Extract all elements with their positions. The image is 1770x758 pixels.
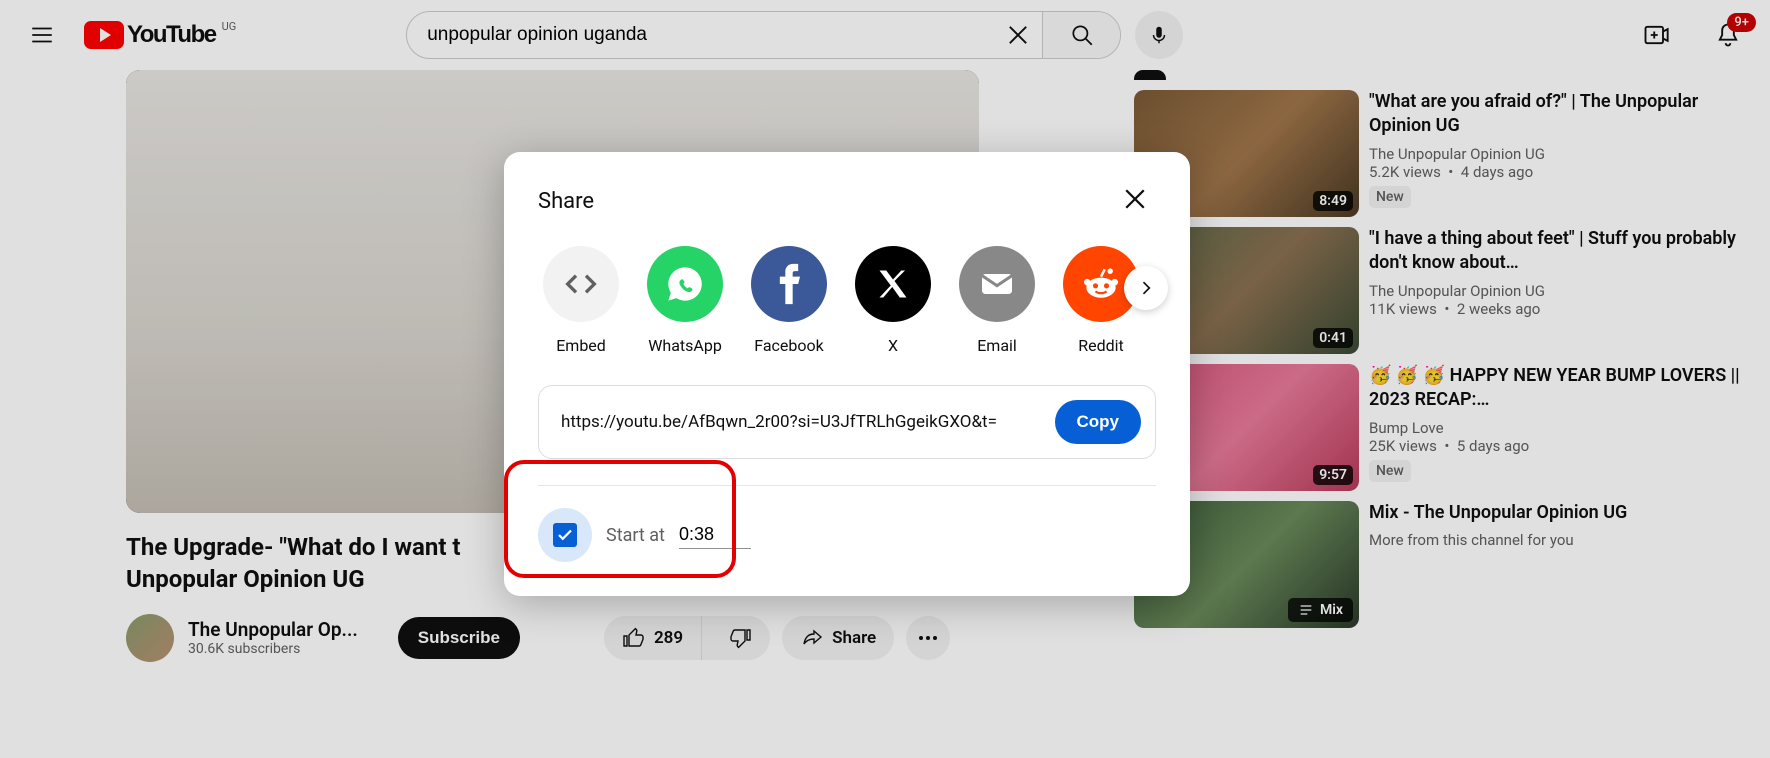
dialog-close-button[interactable]: [1114, 178, 1156, 224]
whatsapp-icon: [647, 246, 723, 322]
start-at-row: Start at: [538, 508, 1156, 562]
start-at-checkbox[interactable]: [538, 508, 592, 562]
share-url-text[interactable]: https://youtu.be/AfBqwn_2r00?si=U3JfTRLh…: [561, 412, 1041, 432]
email-icon: [959, 246, 1035, 322]
dialog-header: Share: [538, 178, 1156, 224]
x-icon: [855, 246, 931, 322]
start-at-time-input[interactable]: [679, 521, 751, 549]
share-target-email[interactable]: Email: [954, 246, 1040, 355]
chevron-right-icon: [1136, 278, 1156, 298]
start-at-label: Start at: [606, 525, 665, 546]
checkbox-checked-icon: [553, 523, 577, 547]
embed-icon: [543, 246, 619, 322]
share-dialog: Share Embed WhatsApp Facebook: [504, 152, 1190, 596]
close-icon: [1120, 184, 1150, 214]
share-target-embed[interactable]: Embed: [538, 246, 624, 355]
next-targets-button[interactable]: [1124, 266, 1168, 310]
share-target-x[interactable]: X: [850, 246, 936, 355]
copy-button[interactable]: Copy: [1055, 400, 1142, 444]
share-target-facebook[interactable]: Facebook: [746, 246, 832, 355]
share-url-row: https://youtu.be/AfBqwn_2r00?si=U3JfTRLh…: [538, 385, 1156, 459]
facebook-icon: [751, 246, 827, 322]
dialog-title: Share: [538, 189, 594, 214]
divider: [538, 485, 1156, 486]
share-targets: Embed WhatsApp Facebook X Email: [538, 246, 1156, 355]
share-target-whatsapp[interactable]: WhatsApp: [642, 246, 728, 355]
